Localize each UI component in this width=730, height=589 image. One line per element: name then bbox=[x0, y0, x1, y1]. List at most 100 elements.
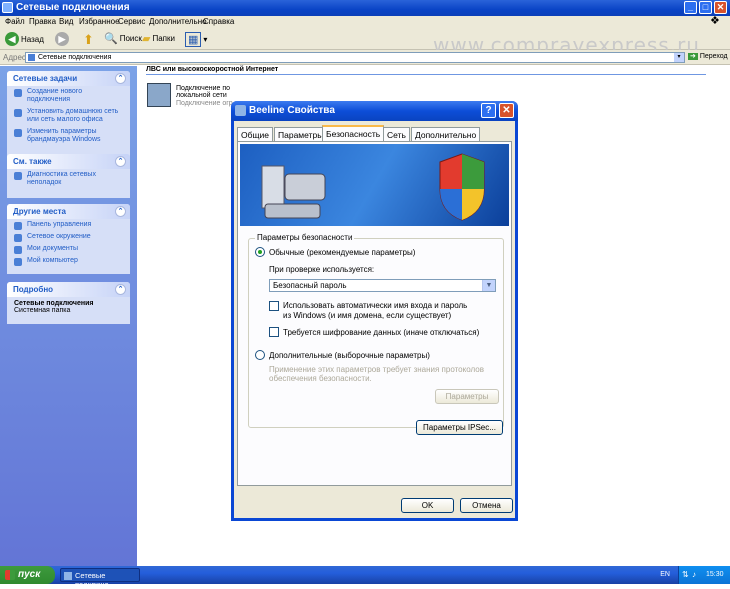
back-button[interactable]: ◀ Назад bbox=[5, 32, 44, 46]
network-places-link[interactable]: Сетевое окружение bbox=[7, 231, 130, 243]
group-title: Параметры безопасности bbox=[255, 233, 355, 242]
collapse-icon[interactable]: ⌃ bbox=[115, 206, 126, 217]
menu-advanced[interactable]: Дополнительно bbox=[149, 17, 207, 26]
panel-header[interactable]: Другие места ⌃ bbox=[7, 204, 130, 219]
server-icon bbox=[261, 165, 285, 209]
see-also-panel: См. также ⌃ Диагностика сетевых неполадок bbox=[7, 154, 130, 198]
address-bar: Адрес: Сетевые подключения ▾ ➜ Переход bbox=[0, 50, 730, 65]
menu-favorites[interactable]: Избранное bbox=[79, 17, 120, 26]
auto-logon-checkbox[interactable] bbox=[269, 301, 279, 311]
create-connection-link[interactable]: Создание нового подключения bbox=[7, 86, 130, 106]
views-button[interactable]: ▦ ▾ bbox=[185, 32, 207, 47]
control-panel-link[interactable]: Панель управления bbox=[7, 219, 130, 231]
details-panel: Подробно ⌃ Сетевые подключения Системная … bbox=[7, 282, 130, 324]
panel-title: Подробно bbox=[13, 285, 54, 294]
taskbar-app-label: Сетевые подключе... bbox=[75, 571, 115, 589]
help-button[interactable]: ? bbox=[481, 103, 496, 118]
go-label: Переход bbox=[699, 53, 728, 60]
other-places-panel: Другие места ⌃ Панель управления Сетевое … bbox=[7, 204, 130, 274]
firewall-settings-link[interactable]: Изменить параметры брандмауэра Windows bbox=[7, 126, 130, 146]
search-button[interactable]: 🔍 Поиск bbox=[104, 32, 142, 45]
encryption-checkbox[interactable] bbox=[269, 327, 279, 337]
tab-advanced[interactable]: Дополнительно bbox=[411, 127, 481, 141]
close-button[interactable]: ✕ bbox=[714, 1, 727, 14]
advanced-label: Дополнительные (выборочные параметры) bbox=[269, 351, 430, 360]
search-icon: 🔍 bbox=[104, 33, 118, 45]
setup-home-network-link[interactable]: Установить домашнюю сеть или сеть малого… bbox=[7, 106, 130, 126]
window-titlebar[interactable]: Сетевые подключения _ □ ✕ bbox=[0, 0, 730, 16]
connection-name: Подключение по локальной сети bbox=[176, 85, 231, 99]
tab-options[interactable]: Параметры bbox=[274, 127, 328, 141]
auto-logon-label: Использовать автоматически имя входа и п… bbox=[283, 301, 468, 310]
taskbar-app-button[interactable]: Сетевые подключе... bbox=[60, 568, 140, 589]
typical-radio[interactable] bbox=[255, 247, 265, 257]
panel-title: Другие места bbox=[13, 207, 66, 216]
network-folder-icon bbox=[2, 2, 13, 13]
address-input[interactable]: Сетевые подключения ▾ bbox=[25, 52, 685, 63]
auto-logon-label-2: из Windows (и имя домена, если существуе… bbox=[283, 311, 452, 320]
collapse-icon[interactable]: ⌃ bbox=[115, 73, 126, 84]
up-folder-icon: ⬆ bbox=[83, 32, 94, 47]
network-diagnostics-link[interactable]: Диагностика сетевых неполадок bbox=[7, 169, 130, 189]
banner-illustration bbox=[261, 153, 485, 221]
details-name: Сетевые подключения bbox=[14, 300, 94, 307]
network-icon bbox=[28, 54, 35, 61]
modem-icon bbox=[264, 203, 321, 219]
language-indicator[interactable]: EN bbox=[660, 571, 670, 578]
menu-help[interactable]: Справка bbox=[203, 17, 234, 26]
my-documents-link[interactable]: Мои документы bbox=[7, 243, 130, 255]
start-button[interactable]: пуск bbox=[0, 566, 55, 584]
address-value: Сетевые подключения bbox=[38, 54, 112, 61]
up-folder-button[interactable]: ⬆ bbox=[83, 32, 94, 48]
tab-security[interactable]: Безопасность bbox=[322, 125, 385, 142]
chevron-down-icon[interactable]: ▼ bbox=[482, 280, 495, 291]
forward-button[interactable]: ▶ bbox=[55, 32, 69, 46]
dialog-titlebar[interactable]: Beeline Свойства ? ✕ bbox=[231, 101, 518, 121]
network-folder-icon bbox=[64, 572, 72, 580]
verify-select[interactable]: Безопасный пароль ▼ bbox=[269, 279, 496, 292]
dialog-close-button[interactable]: ✕ bbox=[499, 103, 514, 118]
collapse-icon[interactable]: ⌃ bbox=[115, 156, 126, 167]
menu-bar: Файл Правка Вид Избранное Сервис Дополни… bbox=[0, 16, 730, 28]
window-title: Сетевые подключения bbox=[16, 2, 130, 13]
panel-header[interactable]: Подробно ⌃ bbox=[7, 282, 130, 297]
panel-title: Сетевые задачи bbox=[13, 74, 78, 83]
menu-file[interactable]: Файл bbox=[5, 17, 25, 26]
maximize-button[interactable]: □ bbox=[699, 1, 712, 14]
lan-connection-icon bbox=[147, 83, 171, 107]
back-arrow-icon: ◀ bbox=[5, 32, 19, 46]
typical-label: Обычные (рекомендуемые параметры) bbox=[269, 248, 416, 257]
connection-icon bbox=[235, 105, 246, 116]
back-label: Назад bbox=[21, 34, 44, 44]
panel-header[interactable]: См. также ⌃ bbox=[7, 154, 130, 169]
tab-general[interactable]: Общие bbox=[237, 127, 273, 141]
details-type: Системная папка bbox=[14, 307, 71, 314]
system-tray: ⇅ ♪ 15:30 bbox=[678, 566, 730, 584]
panel-header[interactable]: Сетевые задачи ⌃ bbox=[7, 71, 130, 86]
tab-network[interactable]: Сеть bbox=[383, 127, 410, 141]
security-banner bbox=[240, 144, 509, 226]
go-button[interactable]: ➜ Переход bbox=[688, 52, 728, 60]
menu-tools[interactable]: Сервис bbox=[118, 17, 145, 26]
windows-flag-icon bbox=[5, 570, 15, 580]
folders-button[interactable]: ▰ Папки bbox=[142, 32, 175, 45]
verify-value: Безопасный пароль bbox=[273, 281, 347, 290]
collapse-icon[interactable]: ⌃ bbox=[115, 284, 126, 295]
forward-arrow-icon: ▶ bbox=[55, 32, 69, 46]
ok-button[interactable]: OK bbox=[401, 498, 454, 513]
phone-icon bbox=[284, 173, 326, 201]
my-computer-link[interactable]: Мой компьютер bbox=[7, 255, 130, 267]
ipsec-settings-button[interactable]: Параметры IPSec... bbox=[416, 420, 503, 435]
menu-edit[interactable]: Правка bbox=[29, 17, 56, 26]
dialog-title: Beeline Свойства bbox=[249, 105, 335, 116]
folders-label: Папки bbox=[152, 34, 175, 43]
minimize-button[interactable]: _ bbox=[684, 1, 697, 14]
security-tab-panel: Параметры безопасности Обычные (рекоменд… bbox=[237, 141, 512, 486]
settings-button[interactable]: Параметры bbox=[435, 389, 499, 404]
network-tray-icon[interactable]: ⇅ bbox=[682, 570, 689, 579]
volume-icon[interactable]: ♪ bbox=[692, 570, 696, 579]
cancel-button[interactable]: Отмена bbox=[460, 498, 513, 513]
chevron-down-icon[interactable]: ▾ bbox=[674, 53, 684, 62]
menu-view[interactable]: Вид bbox=[59, 17, 73, 26]
advanced-radio[interactable] bbox=[255, 350, 265, 360]
